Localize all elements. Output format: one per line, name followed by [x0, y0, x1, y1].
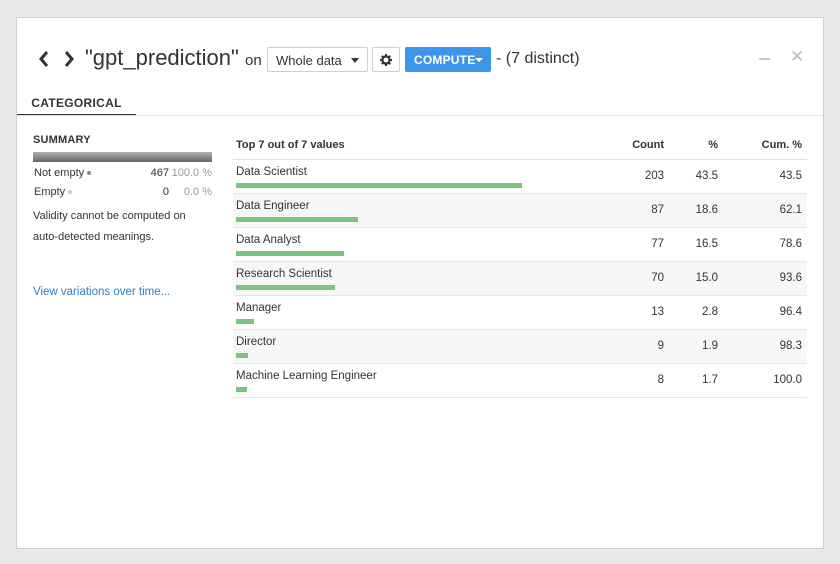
count-cell: 70	[651, 272, 664, 284]
validity-note: Validity cannot be computed on auto-dete…	[33, 206, 213, 248]
frequency-bar	[236, 183, 522, 188]
cum-pct-cell: 96.4	[779, 306, 802, 318]
previous-column-button[interactable]	[37, 50, 51, 68]
count-cell: 8	[657, 374, 664, 386]
table-row[interactable]: Manager 13 2.8 96.4	[233, 296, 807, 330]
compute-caret-icon	[475, 58, 483, 62]
chevron-left-icon	[39, 51, 49, 67]
pct-cell: 1.7	[702, 374, 718, 386]
chevron-right-icon	[64, 51, 74, 67]
empty-row: Empty 0 0.0 %	[33, 181, 213, 200]
pct-cell: 16.5	[695, 238, 718, 250]
frequency-bar	[236, 251, 344, 256]
table-row[interactable]: Data Analyst 77 16.5 78.6	[233, 228, 807, 262]
cum-pct-cell: 43.5	[779, 170, 802, 182]
cum-pct-cell: 62.1	[779, 204, 802, 216]
count-cell: 203	[644, 170, 664, 182]
compute-button[interactable]: COMPUTE	[405, 47, 491, 72]
gear-icon	[380, 53, 392, 66]
cum-pct-column-header[interactable]: Cum. %	[762, 139, 802, 151]
empty-label: Empty	[34, 186, 66, 198]
pct-cell: 15.0	[695, 272, 718, 284]
pct-cell: 18.6	[695, 204, 718, 216]
frequency-bar	[236, 217, 358, 222]
not-empty-dot-icon	[87, 171, 92, 176]
pct-cell: 43.5	[695, 170, 718, 182]
value-label: Machine Learning Engineer	[236, 370, 377, 382]
value-label: Data Analyst	[236, 234, 301, 246]
cum-pct-cell: 98.3	[779, 340, 802, 352]
table-header: Top 7 out of 7 values Count % Cum. %	[233, 134, 807, 160]
count-column-header[interactable]: Count	[632, 139, 664, 151]
validity-line-1: Validity cannot be computed on	[33, 210, 186, 222]
value-label: Research Scientist	[236, 268, 332, 280]
value-label: Manager	[236, 302, 282, 314]
tab-categorical[interactable]: CATEGORICAL	[17, 93, 136, 116]
count-cell: 9	[657, 340, 664, 352]
count-cell: 77	[651, 238, 664, 250]
not-empty-count: 467	[150, 167, 169, 179]
empty-dot-icon	[68, 190, 73, 195]
settings-button[interactable]	[372, 47, 400, 72]
empty-count: 0	[162, 186, 169, 198]
pct-cell: 2.8	[702, 306, 718, 318]
count-cell: 13	[651, 306, 664, 318]
values-table: Top 7 out of 7 values Count % Cum. % Dat…	[233, 134, 807, 398]
cum-pct-cell: 93.6	[779, 272, 802, 284]
sample-select[interactable]: Whole data	[267, 47, 368, 72]
table-row[interactable]: Machine Learning Engineer 8 1.7 100.0	[233, 364, 807, 398]
empty-pct: 0.0 %	[183, 186, 212, 198]
on-label: on	[245, 52, 262, 69]
close-button[interactable]: ✕	[790, 47, 805, 66]
table-row[interactable]: Research Scientist 70 15.0 93.6	[233, 262, 807, 296]
summary-title: SUMMARY	[33, 134, 91, 146]
value-label: Data Engineer	[236, 200, 310, 212]
close-icon: ✕	[790, 47, 805, 66]
table-body: Data Scientist 203 43.5 43.5 Data Engineer 87…	[233, 160, 807, 398]
pct-cell: 1.9	[702, 340, 718, 352]
column-analysis-dialog: "gpt_prediction" on Whole data COMPUTE -…	[16, 17, 824, 549]
tab-divider	[17, 115, 823, 116]
cum-pct-cell: 78.6	[779, 238, 802, 250]
frequency-bar	[236, 285, 335, 290]
validity-line-2: auto-detected meanings.	[33, 231, 155, 243]
frequency-bar	[236, 319, 254, 324]
cum-pct-cell: 100.0	[773, 374, 802, 386]
frequency-bar	[236, 387, 247, 392]
minimize-button[interactable]	[758, 49, 772, 63]
completeness-bar	[33, 152, 212, 162]
table-row[interactable]: Data Scientist 203 43.5 43.5	[233, 160, 807, 194]
table-title: Top 7 out of 7 values	[236, 139, 345, 151]
pct-column-header[interactable]: %	[708, 139, 718, 151]
value-label: Director	[236, 336, 277, 348]
column-title: "gpt_prediction"	[85, 45, 239, 70]
next-column-button[interactable]	[62, 50, 76, 68]
value-label: Data Scientist	[236, 166, 307, 178]
not-empty-pct: 100.0 %	[171, 167, 212, 179]
summary-panel: SUMMARY Not empty 467 100.0 % Empty 0 0.…	[33, 134, 213, 248]
sample-select-value: Whole data	[276, 53, 342, 68]
frequency-bar	[236, 353, 248, 358]
not-empty-label: Not empty	[34, 167, 85, 179]
count-cell: 87	[651, 204, 664, 216]
dialog-header: "gpt_prediction" on Whole data COMPUTE -…	[17, 18, 823, 96]
table-row[interactable]: Data Engineer 87 18.6 62.1	[233, 194, 807, 228]
dropdown-caret-icon	[351, 58, 359, 63]
distinct-count: - (7 distinct)	[496, 50, 580, 67]
not-empty-row: Not empty 467 100.0 %	[33, 162, 213, 181]
view-variations-link[interactable]: View variations over time...	[33, 286, 170, 298]
table-row[interactable]: Director 9 1.9 98.3	[233, 330, 807, 364]
compute-button-label: COMPUTE	[414, 53, 476, 67]
